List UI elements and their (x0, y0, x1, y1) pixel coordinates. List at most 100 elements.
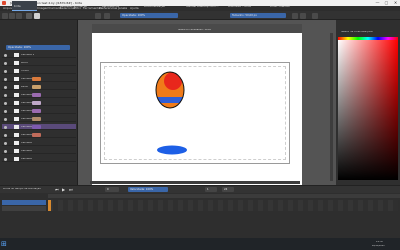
playhead[interactable] (48, 200, 51, 211)
new-document-icon[interactable] (2, 12, 8, 19)
layer-opacity-slider[interactable]: Opacidade: 100% (6, 45, 70, 50)
taskbar-item-krita-manual[interactable]: Krita - Manual (268, 1, 308, 11)
layer-name: Parte (21, 85, 28, 88)
visibility-eye-icon[interactable] (4, 117, 7, 121)
ball-shadow (157, 145, 187, 155)
visibility-eye-icon[interactable] (4, 109, 7, 113)
play-icon[interactable]: ▶ (62, 187, 67, 192)
clock-date: 26/11/2021 (372, 245, 385, 247)
layer-name: Camada (21, 77, 32, 80)
mirror-horizontal-icon[interactable] (292, 12, 298, 19)
windows-start-icon[interactable]: ⊞ (1, 240, 9, 248)
layer-thumbnail (14, 133, 19, 137)
canvas-horizontal-scrollbar[interactable] (90, 181, 300, 184)
visibility-eye-icon[interactable] (4, 149, 7, 153)
layer-name: Camada (21, 101, 32, 104)
timeline-layer-row[interactable] (2, 200, 46, 205)
layer-row[interactable]: Camada (2, 156, 76, 162)
krita-logo-icon (2, 1, 6, 5)
layer-row[interactable]: Parte (2, 84, 76, 90)
layer-color-label (32, 125, 41, 129)
visibility-eye-icon[interactable] (4, 85, 7, 89)
layer-color-label (32, 117, 41, 121)
layer-thumbnail (14, 77, 19, 81)
layer-thumbnail (14, 109, 19, 113)
layer-name: bloco (21, 61, 28, 64)
current-frame-field[interactable]: 0 (105, 187, 119, 192)
animation-controls-bar (0, 185, 400, 193)
blend-mode-icon[interactable] (104, 12, 110, 19)
layer-row[interactable]: Camada (2, 108, 76, 114)
taskbar (0, 238, 400, 250)
taskbar-item-krita[interactable]: Krita (12, 1, 37, 11)
pattern-swatch-icon[interactable] (34, 12, 40, 19)
layer-thumbnail (14, 93, 19, 97)
brush-size-slider[interactable]: Tamanho: 50,00 px (230, 13, 286, 18)
taskbar-item-file[interactable]: sauvetas animação (58, 1, 98, 11)
save-document-icon[interactable] (16, 12, 22, 19)
layer-name: Camada (21, 93, 32, 96)
playback-speed-field[interactable]: Velocidade: 100% (128, 187, 168, 192)
layer-name: Fundo (21, 69, 29, 72)
visibility-eye-icon[interactable] (4, 69, 7, 73)
mirror-vertical-icon[interactable] (300, 12, 306, 19)
taskbar-item-animator[interactable]: Animador - Krita (226, 1, 266, 11)
visibility-eye-icon[interactable] (4, 93, 7, 97)
layer-row[interactable]: Camada 1 (2, 52, 76, 58)
layer-thumbnail (14, 101, 19, 105)
end-frame-field[interactable]: 24 (222, 187, 234, 192)
canvas-vertical-scrollbar[interactable] (330, 33, 333, 181)
wrap-mode-icon[interactable] (312, 12, 318, 19)
taskbar-item-docs[interactable]: Documentação (142, 1, 182, 11)
opacity-slider[interactable]: Opacidade: 100% (120, 13, 178, 18)
layer-name: Camada (21, 157, 32, 160)
menu-image[interactable]: Imagem (37, 7, 49, 10)
open-document-icon[interactable] (9, 12, 15, 19)
start-frame-field[interactable]: 1 (205, 187, 217, 192)
layer-name: Camada (21, 125, 32, 128)
gradient-swatch-icon[interactable] (26, 12, 32, 19)
ball-top-fill (164, 72, 182, 90)
layer-name: Camada (21, 133, 32, 136)
layer-row[interactable]: Camada (2, 100, 76, 106)
visibility-eye-icon[interactable] (4, 77, 7, 81)
layer-row[interactable]: Camada (2, 140, 76, 146)
saturation-value-square[interactable] (338, 40, 398, 180)
layer-thumbnail (14, 149, 19, 153)
layer-thumbnail (14, 85, 19, 89)
layer-row[interactable]: Camada (2, 148, 76, 154)
layer-thumbnail (14, 157, 19, 161)
layer-row[interactable]: Camada (2, 132, 76, 138)
brush-preset-icon[interactable] (95, 12, 101, 19)
first-frame-icon[interactable]: ⏮ (55, 187, 60, 192)
layer-color-label (32, 77, 41, 81)
timeline-title: Linha do tempo da animação (3, 188, 41, 190)
layer-row[interactable]: Camada (2, 92, 76, 98)
clock-time: 15:43 (376, 241, 384, 243)
layer-color-label (32, 109, 41, 113)
layer-row[interactable]: Camada (2, 124, 76, 130)
layer-row[interactable]: Camada (2, 116, 76, 122)
visibility-eye-icon[interactable] (4, 133, 7, 137)
next-frame-icon[interactable]: ⏭ (69, 187, 74, 192)
layer-name: Camada (21, 109, 32, 112)
visibility-eye-icon[interactable] (4, 101, 7, 105)
visibility-eye-icon[interactable] (4, 61, 7, 65)
tool-options-bar: Opacidade: 100% Tamanho: 50,00 px (0, 11, 400, 20)
layer-row[interactable]: Fundo (2, 68, 76, 74)
visibility-eye-icon[interactable] (4, 157, 7, 161)
visibility-eye-icon[interactable] (4, 141, 7, 145)
layer-row[interactable]: bloco (2, 60, 76, 66)
taskbar-item-manual-desktop[interactable]: Manual Desktop Com... (184, 1, 224, 11)
frame-ruler[interactable] (48, 194, 400, 198)
ball-drawing (155, 71, 187, 155)
frame-grid[interactable] (48, 200, 398, 211)
layer-list: Camada 1 bloco Fundo Camada Parte Camada Camad… (0, 52, 78, 177)
layer-row[interactable]: Camada (2, 76, 76, 82)
timeline-layer-row[interactable] (2, 206, 46, 211)
visibility-eye-icon[interactable] (4, 125, 7, 129)
layer-thumbnail (14, 125, 19, 129)
layer-name: Camada 1 (21, 53, 35, 56)
visibility-eye-icon[interactable] (4, 53, 7, 57)
taskbar-item-resources[interactable]: Recursos de (100, 1, 140, 11)
